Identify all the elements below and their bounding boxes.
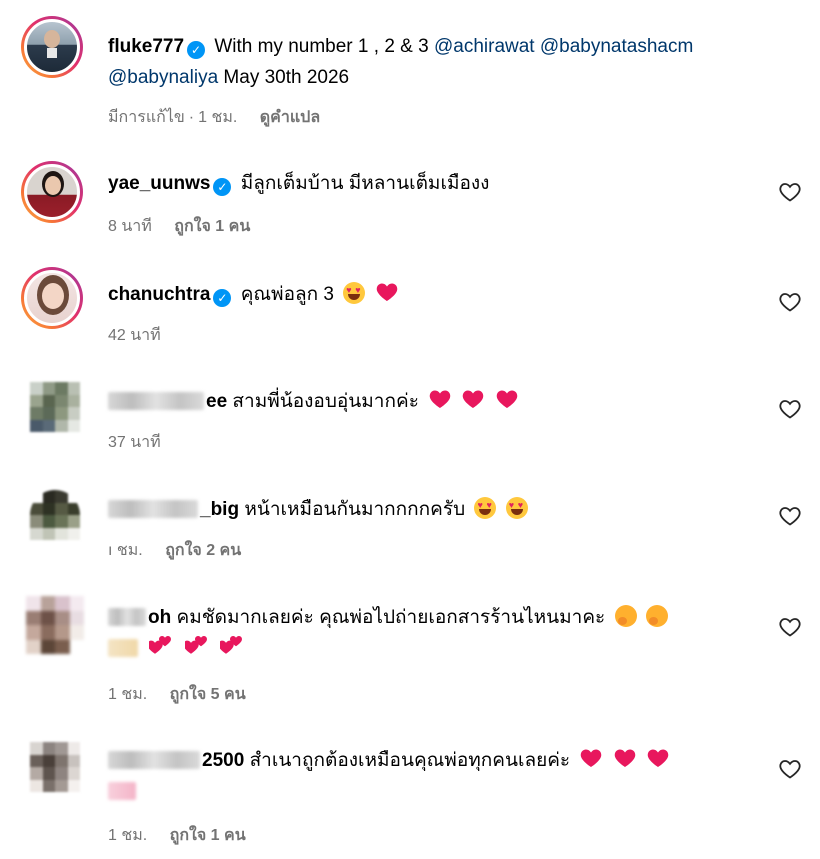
comment-time: 8 นาที [108, 218, 152, 235]
caption-body: With my number 1 , 2 & 3 [214, 36, 429, 57]
meta-separator: · [188, 109, 195, 126]
blurred-username [108, 500, 198, 518]
comment-body: มีลูกเต็มบ้าน มีหลานเต็มเมืองง [240, 173, 490, 194]
heart-emoji [495, 387, 519, 411]
comment-username[interactable]: yae_uunws [108, 173, 210, 194]
heart-emoji [579, 746, 603, 770]
edited-label: มีการแก้ไข [108, 109, 185, 126]
blurred-username [108, 392, 204, 410]
comment-meta: 1 ชม. ถูกใจ 5 คน [108, 682, 264, 707]
mention-link[interactable]: @babynaliya [108, 67, 218, 88]
commenter-avatar[interactable] [30, 382, 80, 432]
commenter-avatar[interactable] [30, 490, 80, 540]
comment-meta: 42 นาที [108, 323, 179, 348]
heart-emoji [461, 387, 485, 411]
caption-date: May 30th 2026 [223, 67, 350, 88]
comment-text: ee สามพี่น้องอบอุ่นมากค่ะ [108, 386, 760, 417]
comment-likes[interactable]: ถูกใจ 2 คน [165, 542, 241, 559]
comment-text: _big หน้าเหมือนกันมากกกกครับ ♥ ♥ ♥ ♥ [108, 494, 760, 525]
heart-emoji [375, 280, 399, 304]
like-heart-icon[interactable] [778, 757, 802, 781]
commenter-avatar[interactable] [21, 267, 83, 329]
heart-eyes-emoji: ♥ ♥ [505, 497, 528, 519]
verified-badge-icon: ✓ [213, 289, 232, 307]
commenter-avatar[interactable] [21, 161, 83, 223]
comment-meta: 1 ชม. ถูกใจ 1 คน [108, 823, 264, 848]
heart-emoji [646, 746, 670, 770]
comment-body: หน้าเหมือนกันมากกกกครับ [244, 499, 466, 520]
comment-time: 1 ชม. [108, 686, 148, 703]
like-heart-icon[interactable] [778, 290, 802, 314]
heart-eyes-emoji: ♥ ♥ [343, 282, 366, 304]
blurred-username [108, 608, 146, 626]
comment-meta: 8 นาที ถูกใจ 1 คน [108, 214, 268, 239]
verified-badge-icon: ✓ [213, 178, 232, 196]
commenter-avatar[interactable] [26, 596, 84, 654]
caption-text: fluke777 ✓ With my number 1 , 2 & 3 @achi… [108, 31, 760, 93]
comment: oh คมชัดมากเลยค่ะ คุณพ่อไปถ่ายเอกสารร้าน… [0, 578, 820, 713]
comment-time: ı ชม. [108, 542, 143, 559]
comment-username[interactable]: ee [206, 391, 227, 412]
heart-emoji [613, 746, 637, 770]
post-caption: fluke777 ✓ With my number 1 , 2 & 3 @achi… [0, 0, 820, 135]
comment-meta: 37 นาที [108, 430, 179, 455]
comment-username[interactable]: _big [200, 499, 239, 520]
two-hearts-emoji [149, 636, 172, 654]
comment-time: 42 นาที [108, 327, 161, 344]
comment: ee สามพี่น้องอบอุ่นมากค่ะ 37 นาที [0, 362, 820, 462]
comment-meta: ı ชม. ถูกใจ 2 คน [108, 538, 259, 563]
heart-emoji [428, 387, 452, 411]
mention-link[interactable]: @achirawat [434, 36, 535, 57]
like-heart-icon[interactable] [778, 615, 802, 639]
comment-username[interactable]: chanuchtra [108, 284, 210, 305]
author-username[interactable]: fluke777 [108, 36, 184, 57]
comment-time: 1 ชม. [108, 827, 148, 844]
comment-text: yae_uunws ✓ มีลูกเต็มบ้าน มีหลานเต็มเมือง… [108, 168, 760, 199]
hugging-emoji [645, 605, 668, 627]
comment: 2500 สำเนาถูกต้องเหมือนคุณพ่อทุกคนเลยค่ะ… [0, 720, 820, 855]
hugging-emoji [614, 605, 637, 627]
comment-likes[interactable]: ถูกใจ 1 คน [174, 218, 250, 235]
comment-body: สำเนาถูกต้องเหมือนคุณพ่อทุกคนเลยค่ะ [249, 750, 571, 771]
comment-text: 2500 สำเนาถูกต้องเหมือนคุณพ่อทุกคนเลยค่ะ [108, 745, 760, 807]
like-heart-icon[interactable] [778, 180, 802, 204]
comment-time: 37 นาที [108, 434, 161, 451]
post-time: 1 ชม. [198, 109, 238, 126]
comment: yae_uunws ✓ มีลูกเต็มบ้าน มีหลานเต็มเมือง… [0, 150, 820, 245]
see-translation-link[interactable]: ดูคำแปล [260, 109, 320, 126]
like-heart-icon[interactable] [778, 397, 802, 421]
like-heart-icon[interactable] [778, 504, 802, 528]
comment-body: คุณพ่อลูก 3 [240, 284, 334, 305]
author-avatar[interactable] [21, 16, 83, 78]
comment-likes[interactable]: ถูกใจ 5 คน [170, 686, 246, 703]
blurred-username [108, 751, 200, 769]
comment-username[interactable]: 2500 [202, 750, 244, 771]
blurred-fragment [108, 639, 138, 657]
heart-eyes-emoji: ♥ ♥ [474, 497, 497, 519]
comment: chanuchtra ✓ คุณพ่อลูก 3 ♥ ♥ 42 นาที [0, 255, 820, 355]
comment-text: oh คมชัดมากเลยค่ะ คุณพ่อไปถ่ายเอกสารร้าน… [108, 602, 730, 664]
verified-badge-icon: ✓ [187, 41, 206, 59]
blurred-fragment [108, 782, 136, 800]
comment-body: สามพี่น้องอบอุ่นมากค่ะ [232, 391, 419, 412]
comment-text: chanuchtra ✓ คุณพ่อลูก 3 ♥ ♥ [108, 279, 760, 310]
comment-likes[interactable]: ถูกใจ 1 คน [170, 827, 246, 844]
two-hearts-emoji [184, 636, 207, 654]
comment-body: คมชัดมากเลยค่ะ คุณพ่อไปถ่ายเอกสารร้านไหน… [176, 607, 606, 628]
commenter-avatar[interactable] [30, 742, 80, 792]
comment: _big หน้าเหมือนกันมากกกกครับ ♥ ♥ ♥ ♥ ı ชม.… [0, 470, 820, 570]
caption-meta: มีการแก้ไข · 1 ชม. ดูคำแปล [108, 105, 338, 130]
comment-username[interactable]: oh [148, 607, 171, 628]
two-hearts-emoji [219, 636, 242, 654]
mention-link[interactable]: @babynatashacm [540, 36, 693, 57]
